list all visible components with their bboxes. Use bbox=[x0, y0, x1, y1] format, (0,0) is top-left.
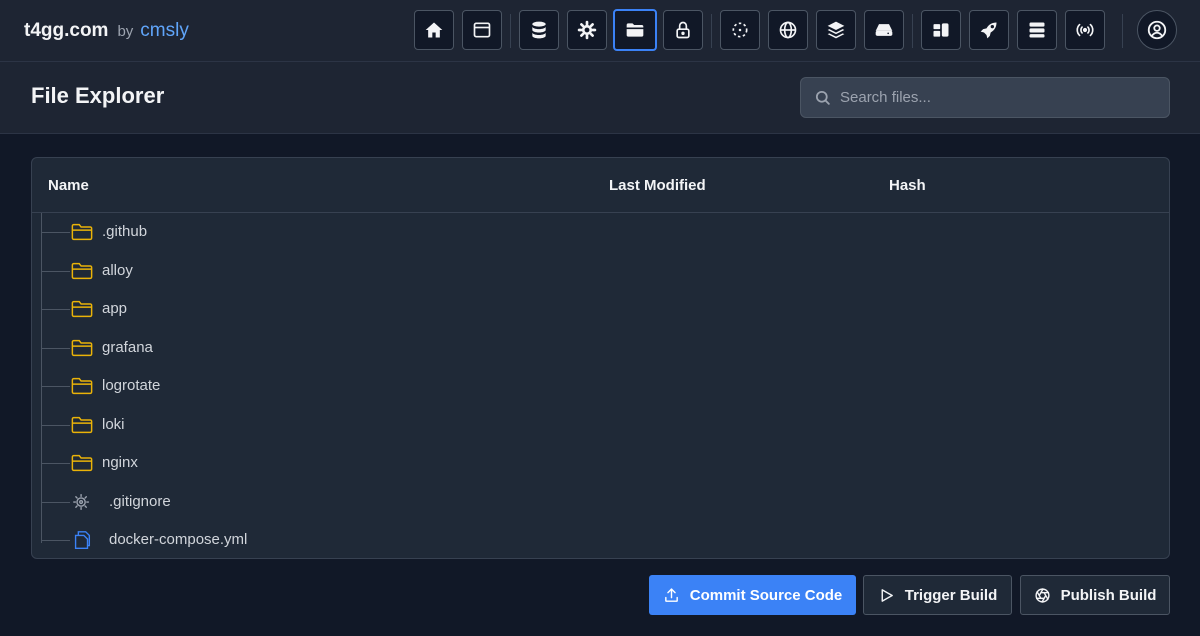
nav-deploy-button[interactable] bbox=[969, 10, 1009, 50]
nav-servers-button[interactable] bbox=[1017, 10, 1057, 50]
commit-button-label: Commit Source Code bbox=[689, 586, 843, 604]
column-header-hash[interactable]: Hash bbox=[889, 177, 926, 194]
nav-settings-button[interactable] bbox=[567, 10, 607, 50]
home-icon bbox=[425, 22, 443, 38]
database-icon bbox=[532, 21, 546, 39]
user-menu-button[interactable] bbox=[1137, 10, 1177, 50]
folder-open-icon bbox=[626, 23, 644, 37]
search-input[interactable] bbox=[840, 89, 1140, 106]
table-row[interactable]: app bbox=[32, 290, 1169, 328]
file-name: docker-compose.yml bbox=[109, 531, 248, 548]
nav-scan-button[interactable] bbox=[720, 10, 760, 50]
column-header-last-modified[interactable]: Last Modified bbox=[609, 177, 706, 194]
brand[interactable]: t4gg.com by cmsly bbox=[24, 20, 189, 42]
table-row[interactable]: .github bbox=[32, 213, 1169, 251]
folder-icon bbox=[71, 222, 93, 242]
folder-icon bbox=[71, 338, 93, 358]
widgets-icon bbox=[933, 23, 949, 37]
nav-widgets-button[interactable] bbox=[921, 10, 961, 50]
table-row[interactable]: grafana bbox=[32, 329, 1169, 367]
browser-window-icon bbox=[473, 22, 491, 38]
table-row[interactable]: logrotate bbox=[32, 367, 1169, 405]
hard-drive-icon bbox=[875, 24, 893, 36]
file-name: grafana bbox=[102, 339, 153, 356]
table-row[interactable]: nginx bbox=[32, 444, 1169, 482]
nav-storage-button[interactable] bbox=[864, 10, 904, 50]
folder-icon bbox=[71, 415, 93, 435]
file-name: .github bbox=[102, 223, 148, 240]
lock-icon bbox=[676, 21, 690, 39]
publish-build-button[interactable]: Publish Build bbox=[1020, 575, 1170, 615]
trigger-button-label: Trigger Build bbox=[904, 586, 998, 604]
rocket-icon bbox=[980, 22, 997, 39]
nav-security-button[interactable] bbox=[663, 10, 703, 50]
upload-icon bbox=[664, 587, 678, 602]
server-icon bbox=[1029, 22, 1045, 38]
nav-divider bbox=[510, 14, 511, 48]
trigger-build-button[interactable]: Trigger Build bbox=[863, 575, 1012, 615]
nav-network-button[interactable] bbox=[768, 10, 808, 50]
file-name: app bbox=[102, 300, 128, 317]
brand-author-link[interactable]: cmsly bbox=[140, 20, 189, 42]
file-name: alloy bbox=[102, 262, 133, 279]
commit-source-code-button[interactable]: Commit Source Code bbox=[649, 575, 856, 615]
nav-database-button[interactable] bbox=[519, 10, 559, 50]
nav-broadcast-button[interactable] bbox=[1065, 10, 1105, 50]
folder-icon bbox=[71, 376, 93, 396]
globe-icon bbox=[779, 21, 797, 39]
nav-browser-button[interactable] bbox=[462, 10, 502, 50]
table-row[interactable]: alloy bbox=[32, 252, 1169, 290]
table-row[interactable]: .gitignore bbox=[32, 483, 1169, 521]
brand-by-text: by bbox=[117, 23, 134, 40]
file-name: .gitignore bbox=[109, 493, 171, 510]
file-icon bbox=[71, 530, 93, 550]
broadcast-icon bbox=[1076, 23, 1094, 37]
table-header: Name Last Modified Hash bbox=[32, 158, 1169, 213]
layers-icon bbox=[827, 21, 845, 39]
file-name: logrotate bbox=[102, 377, 161, 394]
page-header: File Explorer bbox=[0, 62, 1200, 134]
gear-icon bbox=[577, 20, 597, 40]
file-name: loki bbox=[102, 416, 125, 433]
table-row[interactable]: loki bbox=[32, 406, 1169, 444]
table-row[interactable]: docker-compose.yml bbox=[32, 521, 1169, 558]
top-navbar: t4gg.com by cmsly bbox=[0, 0, 1200, 62]
nav-divider bbox=[912, 14, 913, 48]
nav-layers-button[interactable] bbox=[816, 10, 856, 50]
nav-divider bbox=[711, 14, 712, 48]
folder-icon bbox=[71, 261, 93, 281]
folder-icon bbox=[71, 453, 93, 473]
settings-file-icon bbox=[71, 492, 93, 512]
folder-icon bbox=[71, 299, 93, 319]
search-box[interactable] bbox=[800, 77, 1170, 118]
play-icon bbox=[881, 588, 893, 602]
file-name: nginx bbox=[102, 454, 138, 471]
brand-name: t4gg.com bbox=[24, 20, 109, 41]
user-circle-icon bbox=[1147, 20, 1167, 40]
dashed-circle-icon bbox=[732, 22, 748, 38]
column-header-name[interactable]: Name bbox=[48, 177, 89, 194]
nav-home-button[interactable] bbox=[414, 10, 454, 50]
page-title: File Explorer bbox=[31, 83, 165, 108]
aperture-icon bbox=[1034, 587, 1050, 603]
nav-divider bbox=[1122, 14, 1123, 48]
search-icon bbox=[815, 90, 830, 105]
file-table: Name Last Modified Hash .github alloy ap… bbox=[31, 157, 1170, 559]
publish-button-label: Publish Build bbox=[1060, 586, 1157, 604]
nav-files-button[interactable] bbox=[613, 9, 657, 51]
